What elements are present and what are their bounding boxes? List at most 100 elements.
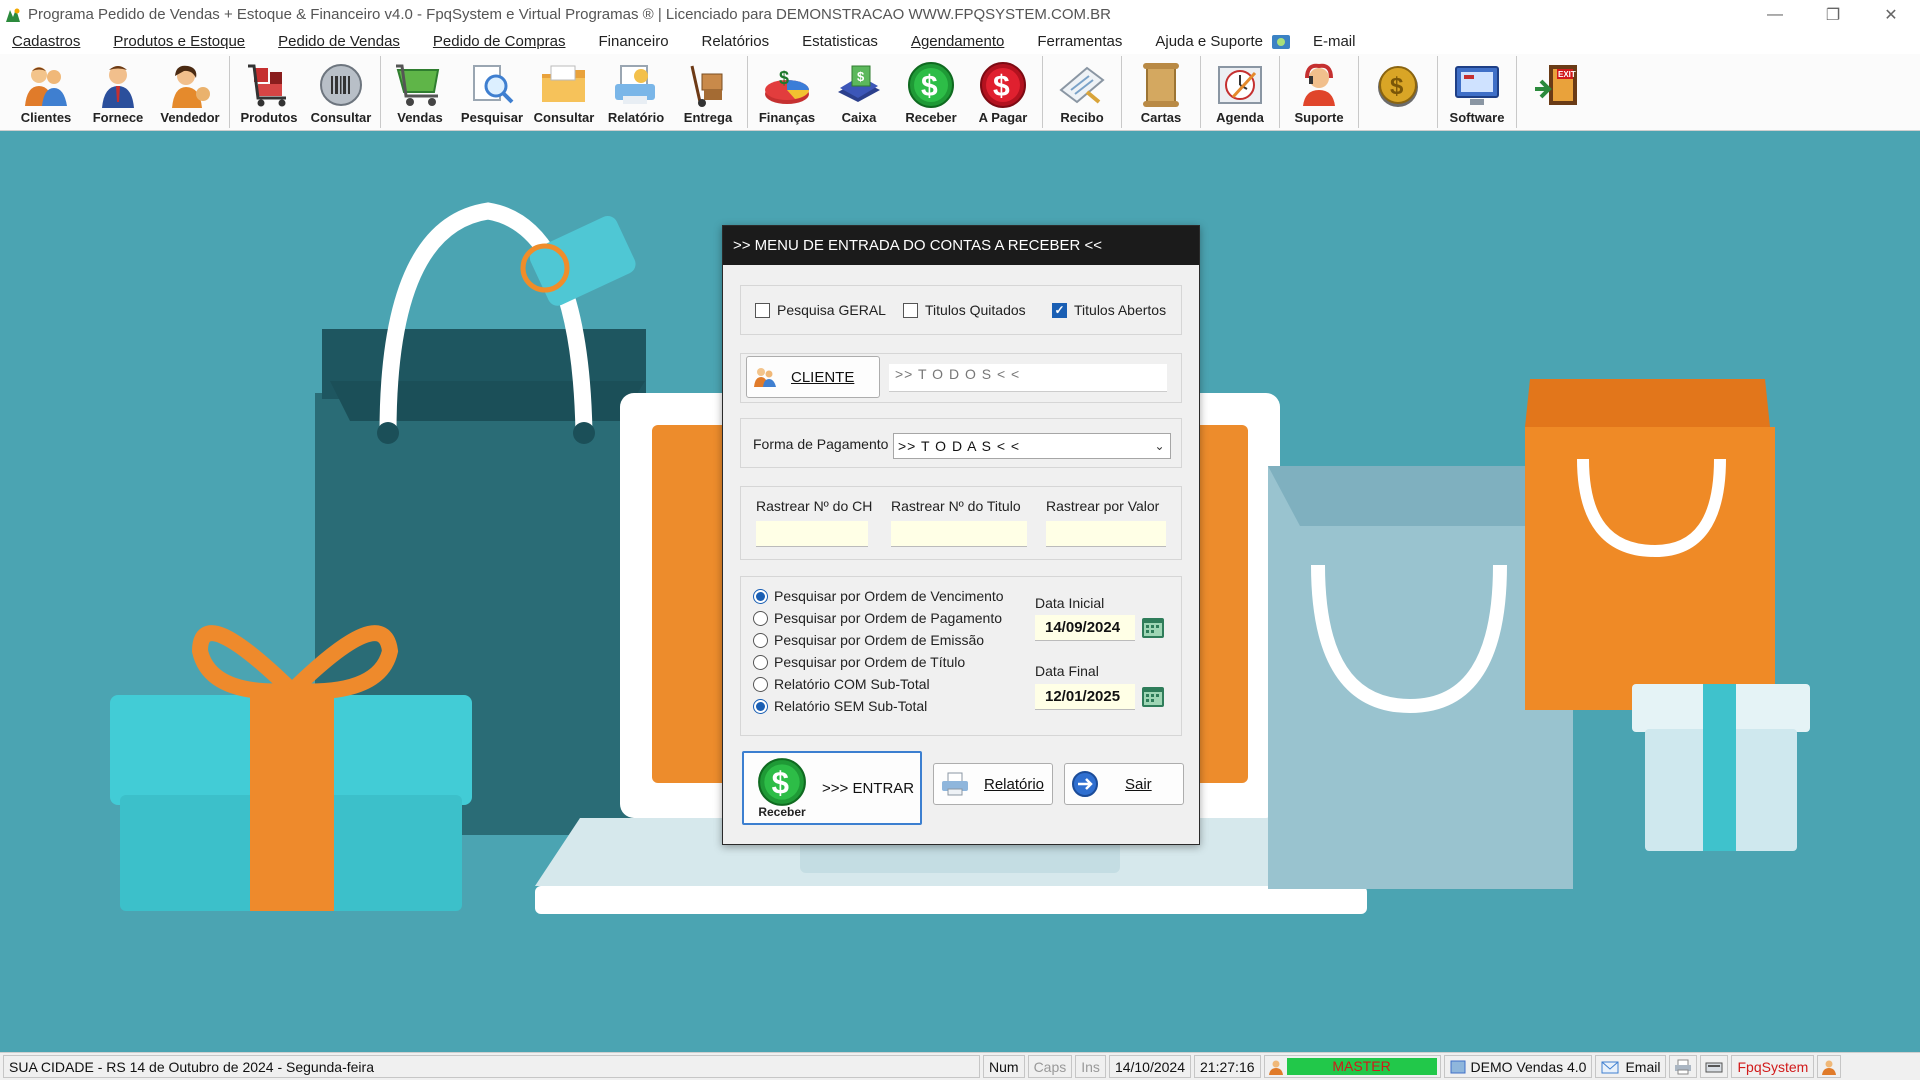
toolbar-separator — [1358, 56, 1359, 128]
toolbar-separator — [1042, 56, 1043, 128]
toolbar-consultar-button[interactable]: Consultar — [305, 54, 377, 129]
toolbar-cartas-button[interactable]: Cartas — [1125, 54, 1197, 129]
menu-cadastros[interactable]: Cadastros — [0, 33, 80, 50]
order-options-group: Pesquisar por Ordem de Vencimento Pesqui… — [740, 576, 1182, 736]
toolbar-separator — [229, 56, 230, 128]
svg-text:$: $ — [921, 70, 938, 103]
data-final-input[interactable]: 12/01/2025 — [1035, 684, 1135, 710]
user-icon — [1822, 1060, 1837, 1075]
toolbar-recibo-button[interactable]: Recibo — [1046, 54, 1118, 129]
ordem-vencimento-radio[interactable]: Pesquisar por Ordem de Vencimento — [753, 585, 1004, 607]
relatorio-button[interactable]: Relatório — [933, 763, 1053, 805]
status-version-cell: DEMO Vendas 4.0 — [1443, 1055, 1593, 1078]
status-ins: Ins — [1075, 1055, 1106, 1078]
toolbar-coin-button[interactable]: $ — [1362, 54, 1434, 129]
sair-label: Sair — [1125, 775, 1152, 793]
toolbar-label: Recibo — [1060, 110, 1104, 125]
toolbar-vendedor-button[interactable]: Vendedor — [154, 54, 226, 129]
toolbar: Clientes Fornece Vendedor Produtos Consu… — [0, 54, 1920, 131]
toolbar-exit-button[interactable]: EXIT — [1520, 54, 1592, 129]
calendar-icon[interactable] — [1141, 685, 1165, 709]
toolbar-relatorio-button[interactable]: Relatório — [600, 54, 672, 129]
forma-pagamento-select[interactable]: >> T O D A S < < ⌄ — [893, 433, 1171, 459]
ordem-pagamento-radio[interactable]: Pesquisar por Ordem de Pagamento — [753, 607, 1004, 629]
ordem-titulo-radio[interactable]: Pesquisar por Ordem de Título — [753, 651, 1004, 673]
cliente-button[interactable]: CLIENTE — [746, 356, 880, 398]
svg-text:$: $ — [857, 69, 865, 84]
toolbar-separator — [1279, 56, 1280, 128]
data-inicial-label: Data Inicial — [1035, 595, 1105, 611]
relatorio-sem-subtotal-radio[interactable]: Relatório SEM Sub-Total — [753, 695, 1004, 717]
status-brand: FpqSystem — [1731, 1055, 1815, 1078]
titulos-quitados-checkbox[interactable]: Titulos Quitados — [903, 302, 1026, 318]
barcode-icon — [320, 64, 362, 106]
cliente-group: CLIENTE >> T O D O S < < — [740, 353, 1182, 403]
menu-relatorios[interactable]: Relatórios — [690, 33, 770, 50]
toolbar-separator — [1121, 56, 1122, 128]
dollar-green-icon: $ — [758, 758, 806, 806]
svg-text:$: $ — [779, 68, 789, 88]
status-caps: Caps — [1027, 1055, 1073, 1078]
status-calculator-cell[interactable] — [1700, 1055, 1729, 1078]
data-final-label: Data Final — [1035, 663, 1099, 679]
svg-text:$: $ — [772, 765, 789, 800]
toolbar-label: Finanças — [758, 110, 816, 125]
toolbar-caixa-button[interactable]: $ Caixa — [823, 54, 895, 129]
toolbar-clientes-button[interactable]: Clientes — [10, 54, 82, 129]
seller-icon — [172, 65, 210, 108]
checkbox-box — [903, 302, 918, 318]
ordem-emissao-radio[interactable]: Pesquisar por Ordem de Emissão — [753, 629, 1004, 651]
minimize-button[interactable]: — — [1746, 0, 1804, 29]
email-icon — [1601, 1061, 1619, 1073]
status-user: MASTER — [1286, 1058, 1437, 1075]
toolbar-financas-button[interactable]: $ Finanças — [751, 54, 823, 129]
cliente-button-label: CLIENTE — [791, 368, 855, 386]
menu-pedido-compras[interactable]: Pedido de Compras — [421, 33, 566, 50]
toolbar-consultar-folder-button[interactable]: Consultar — [528, 54, 600, 129]
toolbar-vendas-button[interactable]: Vendas — [384, 54, 456, 129]
relatorio-com-subtotal-radio[interactable]: Relatório COM Sub-Total — [753, 673, 1004, 695]
menu-agendamento[interactable]: Agendamento — [899, 33, 1004, 50]
app-logo-icon — [6, 8, 20, 22]
toolbar-suporte-button[interactable]: Suporte — [1283, 54, 1355, 129]
toolbar-receber-button[interactable]: $ Receber — [895, 54, 967, 129]
close-button[interactable]: ✕ — [1862, 0, 1920, 29]
menu-ferramentas[interactable]: Ferramentas — [1025, 33, 1122, 50]
sair-button[interactable]: Sair — [1064, 763, 1184, 805]
toolbar-agenda-button[interactable]: Agenda — [1204, 54, 1276, 129]
products-cart-icon — [248, 64, 286, 107]
clients-icon — [754, 368, 776, 387]
data-inicial-input[interactable]: 14/09/2024 — [1035, 615, 1135, 641]
dollar-red-icon: $ — [980, 62, 1026, 108]
menu-email[interactable]: E-mail — [1313, 33, 1356, 50]
filter-checkbox-group: Pesquisa GERAL Titulos Quitados ✓ Titulo… — [740, 285, 1182, 335]
titulos-abertos-checkbox[interactable]: ✓ Titulos Abertos — [1052, 302, 1166, 318]
menu-pedido-vendas[interactable]: Pedido de Vendas — [266, 33, 400, 50]
status-email-cell[interactable]: Email — [1595, 1055, 1667, 1078]
toolbar-pesquisar-button[interactable]: Pesquisar — [456, 54, 528, 129]
rastrear-ch-input[interactable] — [756, 521, 868, 547]
toolbar-a-pagar-button[interactable]: $ A Pagar — [967, 54, 1039, 129]
magnifier-icon — [473, 65, 514, 104]
cliente-field[interactable]: >> T O D O S < < — [889, 364, 1167, 392]
clients-icon — [25, 67, 67, 106]
toolbar-fornece-button[interactable]: Fornece — [82, 54, 154, 129]
entrar-button[interactable]: $ Receber >>> ENTRAR — [742, 751, 922, 825]
toolbar-label: Suporte — [1294, 110, 1344, 125]
restore-button[interactable]: ❐ — [1804, 0, 1862, 29]
update-icon[interactable] — [1271, 33, 1291, 51]
rastrear-valor-input[interactable] — [1046, 521, 1166, 547]
toolbar-produtos-button[interactable]: Produtos — [233, 54, 305, 129]
menu-ajuda-suporte[interactable]: Ajuda e Suporte — [1143, 33, 1263, 50]
menu-financeiro[interactable]: Financeiro — [587, 33, 669, 50]
chevron-down-icon: ⌄ — [1154, 439, 1166, 453]
finance-chart-icon: $ — [765, 68, 809, 104]
pesquisa-geral-checkbox[interactable]: Pesquisa GERAL — [755, 302, 886, 318]
rastrear-titulo-input[interactable] — [891, 521, 1027, 547]
menu-produtos-estoque[interactable]: Produtos e Estoque — [101, 33, 245, 50]
toolbar-software-button[interactable]: Software — [1441, 54, 1513, 129]
toolbar-entrega-button[interactable]: Entrega — [672, 54, 744, 129]
status-printer-cell[interactable] — [1669, 1055, 1698, 1078]
calendar-icon[interactable] — [1141, 616, 1165, 640]
menu-estatisticas[interactable]: Estatisticas — [790, 33, 878, 50]
